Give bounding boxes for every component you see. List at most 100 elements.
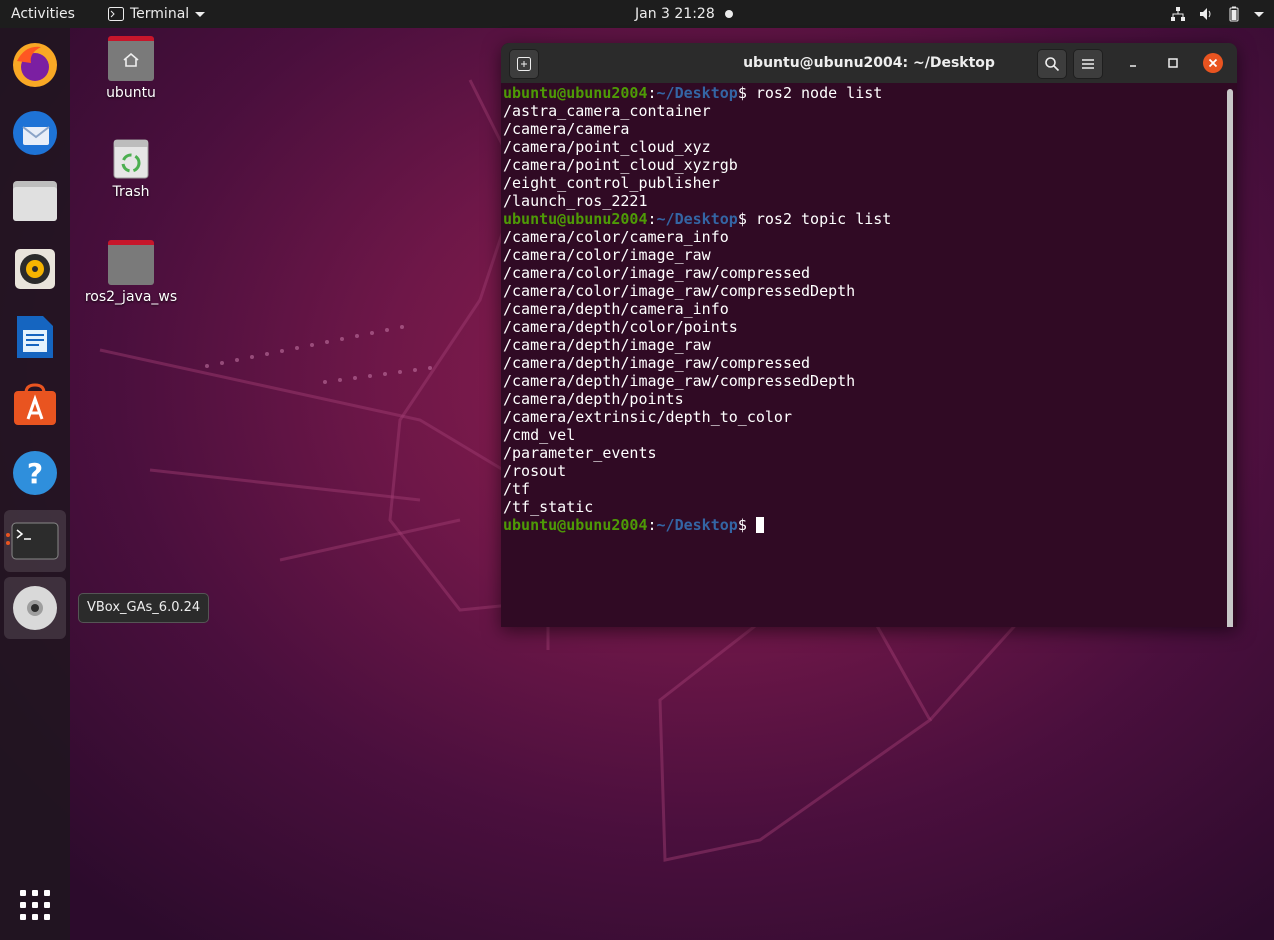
dock-help[interactable]: ? (4, 442, 66, 504)
desktop-icon-trash[interactable]: Trash (81, 138, 181, 200)
folder-icon (108, 240, 154, 285)
terminal-output-line: /camera/color/image_raw (503, 246, 711, 264)
prompt-user: ubuntu@ubunu2004 (503, 210, 648, 228)
dock-thunderbird[interactable] (4, 102, 66, 164)
desktop-icon-label: ubuntu (106, 85, 156, 101)
dock-rhythmbox[interactable] (4, 238, 66, 300)
terminal-header-bar[interactable]: ubuntu@ubunu2004: ~/Desktop (501, 43, 1237, 83)
network-icon[interactable] (1170, 6, 1186, 22)
terminal-output-line: /camera/point_cloud_xyz (503, 138, 711, 156)
prompt-dollar: $ (737, 210, 747, 228)
terminal-window[interactable]: ubuntu@ubunu2004: ~/Desktop ubuntu@ubunu… (501, 43, 1237, 627)
clock-button[interactable]: Jan 3 21:28 (635, 0, 715, 28)
prompt-separator: : (647, 516, 657, 534)
terminal-output-line: /camera/depth/points (503, 390, 684, 408)
terminal-output-line: /parameter_events (503, 444, 657, 462)
desktop-icon-label: ros2_java_ws (84, 289, 178, 305)
terminal-icon (11, 522, 59, 560)
maximize-button[interactable] (1159, 49, 1187, 77)
desktop-icon-ros2-java-ws[interactable]: ros2_java_ws (81, 240, 181, 305)
terminal-output-line: /eight_control_publisher (503, 174, 720, 192)
rhythmbox-icon (15, 249, 55, 289)
terminal-output-line: /camera/camera (503, 120, 630, 138)
svg-text:?: ? (27, 457, 43, 490)
terminal-output-line: /camera/color/image_raw/compressed (503, 264, 811, 282)
terminal-output-line: /camera/depth/image_raw (503, 336, 711, 354)
show-applications-icon (20, 890, 50, 920)
prompt-dollar: $ (737, 516, 747, 534)
terminal-output-line: /camera/depth/color/points (503, 318, 738, 336)
system-tray[interactable] (1170, 0, 1264, 28)
minimize-button[interactable] (1119, 49, 1147, 77)
dock-tooltip: VBox_GAs_6.0.24 (78, 593, 210, 623)
terminal-output-line: /camera/extrinsic/depth_to_color (503, 408, 792, 426)
dock-terminal[interactable] (4, 510, 66, 572)
home-folder-icon (108, 36, 154, 81)
terminal-output-line: /camera/color/camera_info (503, 228, 729, 246)
thunderbird-icon (13, 111, 57, 155)
terminal-output-line: /tf_static (503, 498, 594, 516)
prompt-user: ubuntu@ubunu2004 (503, 84, 648, 102)
running-indicator (6, 541, 10, 545)
minimize-icon (1130, 65, 1136, 67)
terminal-scrollbar[interactable] (1227, 89, 1233, 627)
app-menu-button[interactable]: Terminal (108, 0, 206, 28)
terminal-output-line: /cmd_vel (503, 426, 576, 444)
battery-icon[interactable] (1226, 6, 1242, 22)
close-button[interactable] (1199, 49, 1227, 77)
terminal-cursor (755, 517, 764, 533)
dock-firefox[interactable] (4, 34, 66, 96)
desktop-screen: Activities Terminal Jan 3 21:28 ? ubuntu… (0, 0, 1274, 940)
prompt-user: ubuntu@ubunu2004 (503, 516, 648, 534)
chevron-down-icon[interactable] (1254, 11, 1264, 17)
volume-icon[interactable] (1198, 6, 1214, 22)
terminal-output-line: /launch_ros_2221 (503, 192, 648, 210)
prompt-separator: : (647, 84, 657, 102)
dock-vbox-disc[interactable] (4, 577, 66, 639)
app-menu-label: Terminal (130, 6, 190, 22)
optical-disc-icon (13, 586, 57, 630)
top-bar: Activities Terminal Jan 3 21:28 (0, 0, 1274, 28)
activities-button[interactable]: Activities (11, 0, 75, 28)
command-text: ros2 node list (746, 84, 883, 102)
search-icon (1045, 57, 1060, 72)
help-icon: ? (13, 451, 57, 495)
firefox-icon (13, 43, 57, 87)
libreoffice-writer-icon (17, 316, 53, 358)
terminal-prompt-line: ubuntu@ubunu2004:~/Desktop$ ros2 topic l… (503, 210, 1225, 228)
terminal-output-line: /camera/depth/image_raw/compressed (503, 354, 811, 372)
terminal-output-line: /camera/point_cloud_xyzrgb (503, 156, 738, 174)
show-applications-button[interactable] (4, 874, 66, 936)
dock-libreoffice-writer[interactable] (4, 306, 66, 368)
notification-dot-icon (725, 10, 733, 18)
prompt-path: ~/Desktop (656, 516, 738, 534)
prompt-path: ~/Desktop (656, 84, 738, 102)
terminal-prompt-line: ubuntu@ubunu2004:~/Desktop$ (503, 516, 1225, 534)
dock: ? (0, 28, 70, 940)
desktop-icon-label: Trash (112, 184, 150, 200)
desktop-icon-home[interactable]: ubuntu (81, 36, 181, 101)
terminal-prompt-line: ubuntu@ubunu2004:~/Desktop$ ros2 node li… (503, 84, 1225, 102)
search-button[interactable] (1037, 49, 1067, 79)
maximize-icon (1168, 58, 1178, 68)
dock-software-center[interactable] (4, 374, 66, 436)
terminal-output-line: /camera/color/image_raw/compressedDepth (503, 282, 856, 300)
terminal-output-line: /tf (503, 480, 531, 498)
terminal-output[interactable]: ubuntu@ubunu2004:~/Desktop$ ros2 node li… (503, 84, 1225, 627)
dock-files[interactable] (4, 170, 66, 232)
close-icon (1203, 53, 1223, 73)
prompt-path: ~/Desktop (656, 210, 738, 228)
terminal-output-line: /rosout (503, 462, 567, 480)
files-icon (13, 181, 57, 221)
running-indicator (6, 533, 10, 537)
trash-icon (113, 139, 149, 179)
menu-button[interactable] (1073, 49, 1103, 79)
terminal-output-line: /astra_camera_container (503, 102, 711, 120)
software-center-icon (14, 383, 56, 425)
terminal-output-line: /camera/depth/camera_info (503, 300, 729, 318)
hamburger-menu-icon (1082, 59, 1094, 69)
chevron-down-icon (195, 11, 206, 17)
prompt-separator: : (647, 210, 657, 228)
command-text: ros2 topic list (746, 210, 892, 228)
